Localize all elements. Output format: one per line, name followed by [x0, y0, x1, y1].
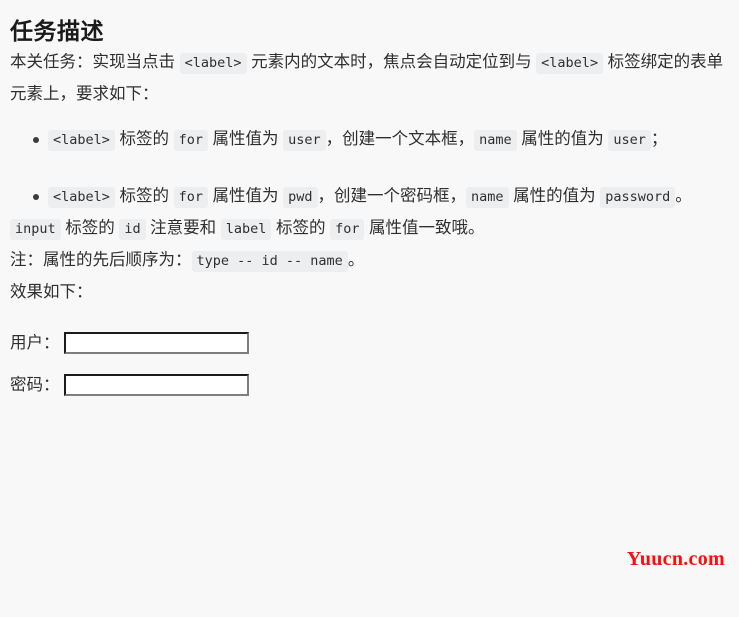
note-id-text-3: 标签的: [271, 218, 331, 237]
req-text-3: ，创建一个密码框，: [317, 186, 467, 205]
note-id-text-4: 属性值一致哦。: [364, 218, 485, 237]
form-row-password: 密码：: [10, 373, 731, 396]
code-for-value: user: [283, 129, 326, 151]
effect-heading: 效果如下：: [10, 282, 93, 301]
code-label-tag-1: <label>: [179, 52, 247, 74]
code-for-attr: for: [173, 129, 208, 151]
code-name-value: user: [608, 129, 651, 151]
req-text-4: 属性的值为: [508, 186, 601, 205]
user-input[interactable]: [63, 331, 249, 354]
form-row-user: 用户：: [10, 331, 731, 354]
password-input[interactable]: [63, 373, 249, 396]
req-text-3: ，创建一个文本框，: [325, 129, 475, 148]
code-name-attr: name: [466, 186, 509, 208]
code-label-tag: label: [220, 218, 272, 240]
req-text-1: 标签的: [114, 129, 174, 148]
req-text-2: 属性值为: [207, 186, 284, 205]
code-for-value: pwd: [283, 186, 318, 208]
password-label: 密码：: [10, 375, 60, 394]
user-label: 用户：: [10, 333, 60, 352]
req-text-5: ；: [650, 129, 668, 148]
req-text-1: 标签的: [114, 186, 174, 205]
document-page: 任务描述 本关任务：实现当点击 <label> 元素内的文本时，焦点会自动定位到…: [0, 0, 739, 617]
page-title: 任务描述: [10, 18, 104, 44]
site-watermark: Yuucn.com: [626, 548, 725, 570]
list-item: <label> 标签的 for 属性值为 user ，创建一个文本框， name 属…: [33, 124, 731, 156]
list-item: <label> 标签的 for 属性值为 pwd ，创建一个密码框， name 属性…: [33, 181, 731, 213]
intro-text-1: 本关任务：实现当点击: [10, 52, 180, 71]
code-attribute-order: type -- id -- name: [191, 250, 348, 272]
intro-text-2: 元素内的文本时，焦点会自动定位到与: [246, 52, 537, 71]
code-input-tag: input: [10, 218, 61, 240]
note-id-text-1: 标签的: [60, 218, 120, 237]
note-order-text-2: 。: [347, 250, 365, 269]
note-order-text-1: 注：属性的先后顺序为：: [10, 250, 192, 269]
note-id-text-2: 注意要和: [145, 218, 221, 237]
preview-form: 用户： 密码：: [8, 331, 731, 396]
code-label-tag-2: <label>: [536, 52, 604, 74]
intro-paragraph: 本关任务：实现当点击 <label> 元素内的文本时，焦点会自动定位到与 <la…: [8, 47, 731, 110]
req-text-2: 属性值为: [207, 129, 284, 148]
code-label-tag: <label>: [48, 129, 115, 151]
code-name-value: password: [600, 186, 676, 208]
requirements-list: <label> 标签的 for 属性值为 user ，创建一个文本框， name 属…: [8, 124, 731, 213]
req-text-4: 属性的值为: [516, 129, 609, 148]
note-id-paragraph: input 标签的 id 注意要和 label 标签的 for 属性值一致哦。: [8, 213, 731, 245]
code-for-attr: for: [330, 218, 365, 240]
req-text-5: 。: [675, 186, 692, 205]
code-id-attr: id: [119, 218, 146, 240]
note-order-paragraph: 注：属性的先后顺序为： type -- id -- name。: [8, 245, 731, 277]
code-for-attr: for: [173, 186, 208, 208]
code-label-tag: <label>: [48, 186, 115, 208]
code-name-attr: name: [474, 129, 517, 151]
